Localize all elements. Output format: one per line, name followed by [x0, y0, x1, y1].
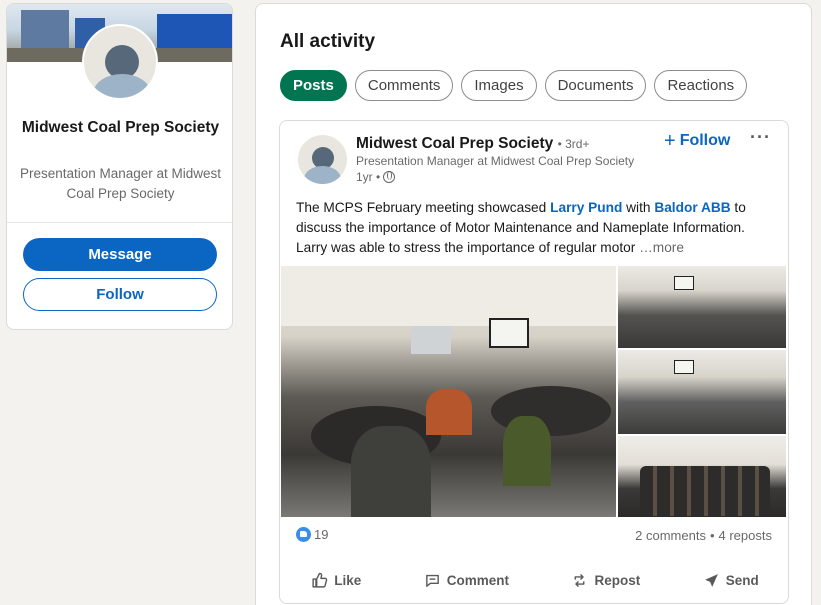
- profile-avatar[interactable]: [82, 24, 158, 100]
- profile-card: Midwest Coal Prep Society Presentation M…: [6, 3, 233, 330]
- post-follow-label: Follow: [679, 132, 731, 149]
- filter-comments[interactable]: Comments: [354, 70, 454, 101]
- connection-degree: • 3rd+: [557, 137, 590, 151]
- globe-icon: [383, 171, 396, 183]
- comment-label: Comment: [446, 572, 509, 588]
- repost-button[interactable]: Repost: [571, 572, 640, 589]
- post-time: 1yr •: [356, 170, 381, 184]
- message-button[interactable]: Message: [23, 238, 217, 271]
- comments-count[interactable]: 2 comments: [635, 528, 706, 543]
- send-icon: [704, 573, 718, 587]
- activity-filters: Posts Comments Images Documents Reaction…: [280, 70, 748, 101]
- separator-dot: •: [709, 528, 715, 543]
- post-actions: Like Comment Repost Send: [280, 561, 788, 599]
- post-card: Midwest Coal Prep Society • 3rd+ Present…: [279, 120, 789, 604]
- repost-label: Repost: [594, 572, 641, 588]
- filter-documents[interactable]: Documents: [544, 70, 647, 101]
- post-photo-2[interactable]: [618, 266, 786, 348]
- profile-headline: Presentation Manager at Midwest Coal Pre…: [19, 166, 222, 201]
- send-label: Send: [725, 572, 759, 588]
- post-photo-4[interactable]: [618, 436, 786, 517]
- mention-baldor-abb[interactable]: Baldor ABB: [654, 200, 730, 215]
- post-text-part: The MCPS February meeting showcased: [296, 200, 551, 215]
- activity-title: All activity: [280, 31, 376, 52]
- post-author-name[interactable]: Midwest Coal Prep Society • 3rd+: [356, 135, 589, 153]
- activity-panel: All activity Posts Comments Images Docum…: [255, 3, 812, 605]
- reaction-count-text: 19: [314, 527, 329, 542]
- post-author-avatar[interactable]: [298, 135, 347, 184]
- post-text-part: with: [622, 200, 655, 215]
- more-icon[interactable]: ···: [750, 127, 771, 148]
- plus-icon: +: [664, 130, 676, 152]
- divider: [7, 222, 232, 223]
- post-photo-main[interactable]: [281, 266, 616, 517]
- repost-icon: [575, 573, 585, 587]
- see-more-link[interactable]: …more: [639, 240, 684, 255]
- filter-images[interactable]: Images: [461, 70, 537, 101]
- post-author-headline: Presentation Manager at Midwest Coal Pre…: [356, 154, 635, 168]
- follow-button[interactable]: Follow: [23, 278, 217, 311]
- comment-button[interactable]: Comment: [424, 572, 509, 589]
- profile-name[interactable]: Midwest Coal Prep Society: [17, 116, 224, 140]
- like-button[interactable]: Like: [311, 572, 361, 589]
- post-photo-3[interactable]: [618, 350, 786, 434]
- filter-posts[interactable]: Posts: [280, 70, 347, 101]
- filter-reactions[interactable]: Reactions: [654, 70, 748, 101]
- like-label: Like: [334, 572, 362, 588]
- reaction-count[interactable]: 19: [296, 527, 328, 542]
- mention-larry-pund[interactable]: Larry Pund: [550, 200, 622, 215]
- like-reaction-icon: [296, 527, 311, 542]
- send-button[interactable]: Send: [703, 572, 759, 589]
- like-icon: [312, 572, 328, 588]
- post-follow-button[interactable]: + Follow: [664, 130, 731, 152]
- social-counts: 2 comments • 4 reposts: [635, 528, 772, 543]
- post-text: The MCPS February meeting showcased Larr…: [296, 198, 778, 258]
- post-meta: 1yr •: [356, 170, 396, 184]
- author-name-text[interactable]: Midwest Coal Prep Society: [356, 135, 553, 152]
- reposts-count[interactable]: 4 reposts: [719, 528, 772, 543]
- comment-icon: [425, 574, 439, 587]
